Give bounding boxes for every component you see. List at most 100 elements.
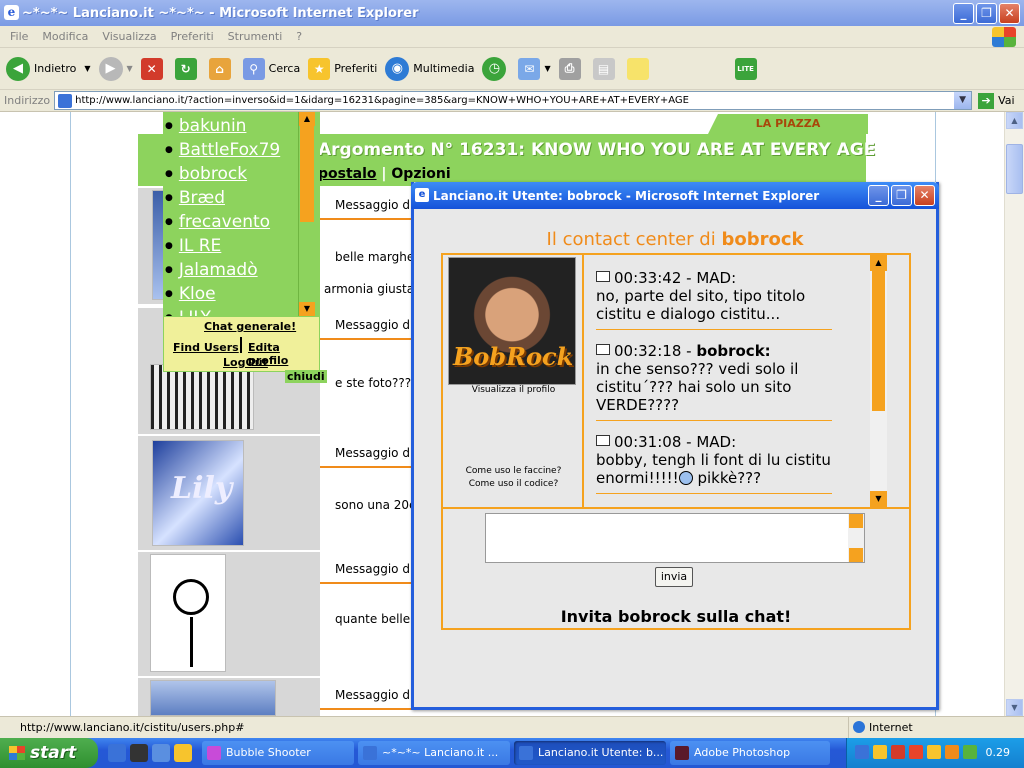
scroll-down-icon[interactable]: ▼: [870, 491, 887, 507]
close-button[interactable]: ✕: [914, 185, 935, 206]
maximize-button[interactable]: ❐: [976, 3, 997, 24]
chevron-down-icon[interactable]: ▼: [84, 64, 90, 73]
back-button[interactable]: ◀ Indietro ▼: [6, 56, 91, 81]
messages-scrollbar[interactable]: ▲ ▼: [870, 255, 887, 507]
invite-chat-link[interactable]: Invita bobrock sulla chat!: [443, 607, 909, 626]
menu-help[interactable]: ?: [296, 30, 302, 43]
desktop-quicklaunch-icon[interactable]: [174, 744, 192, 762]
list-item[interactable]: LILY: [165, 306, 320, 316]
scroll-down-icon[interactable]: ▼: [299, 302, 315, 316]
input-scrollbar[interactable]: [848, 514, 864, 562]
piazza-tab[interactable]: LA PIAZZA: [708, 114, 868, 134]
chevron-down-icon[interactable]: ▼: [127, 64, 133, 73]
scrollbar-thumb[interactable]: [1006, 144, 1023, 194]
media-button[interactable]: ◉ Multimedia: [385, 56, 474, 81]
list-item[interactable]: bobrock: [165, 162, 320, 186]
taskbar-item-photoshop[interactable]: Adobe Photoshop: [670, 741, 830, 765]
scrollbar-thumb[interactable]: [872, 271, 885, 411]
note-button[interactable]: [626, 57, 653, 80]
search-label: Cerca: [268, 62, 301, 75]
list-item[interactable]: Jalamadò: [165, 258, 320, 282]
popup-titlebar[interactable]: e Lanciano.it Utente: bobrock - Microsof…: [411, 182, 939, 209]
taskbar-item-lanciano[interactable]: ~*~*~ Lanciano.it ...: [358, 741, 510, 765]
find-users-link[interactable]: Find Users: [173, 341, 239, 354]
home-button[interactable]: ⌂: [208, 57, 235, 80]
icq-icon[interactable]: [963, 745, 977, 759]
view-profile-link[interactable]: Visualizza il profilo: [443, 385, 584, 395]
lightning-icon[interactable]: [873, 745, 887, 759]
chat-generale-link[interactable]: Chat generale!: [204, 320, 296, 333]
edit-button[interactable]: ▤: [592, 57, 619, 80]
start-button[interactable]: start: [0, 738, 98, 768]
favorites-button[interactable]: ★ Preferiti: [308, 57, 377, 80]
scroll-down-icon[interactable]: ▼: [1006, 699, 1023, 716]
scroll-up-icon[interactable]: ▲: [870, 255, 887, 271]
chiudi-link[interactable]: chiudi: [285, 370, 327, 383]
list-item[interactable]: BattleFox79: [165, 138, 320, 162]
avatar[interactable]: Lily: [152, 440, 244, 546]
avatar[interactable]: [150, 364, 254, 430]
taskbar-item-bubble-shooter[interactable]: Bubble Shooter: [202, 741, 354, 765]
note-icon: [626, 57, 649, 80]
address-input[interactable]: http://www.lanciano.it/?action=inverso&i…: [54, 91, 973, 110]
smiley-icon: [678, 471, 693, 485]
avatar-cell: [138, 678, 320, 716]
taskbar-item-popup[interactable]: Lanciano.it Utente: b...: [514, 741, 666, 765]
history-button[interactable]: ◷: [482, 56, 510, 81]
list-item[interactable]: IL RE: [165, 234, 320, 258]
maximize-button[interactable]: ❐: [891, 185, 912, 206]
system-tray: 0.29: [846, 738, 1024, 768]
edit-icon: ▤: [592, 57, 615, 80]
help-faces-link[interactable]: Come uso le faccine?: [443, 465, 584, 478]
close-button[interactable]: ✕: [999, 3, 1020, 24]
minimize-button[interactable]: _: [868, 185, 889, 206]
print-button[interactable]: ⎙: [558, 57, 585, 80]
user-list-scrollbar[interactable]: ▲ ▼: [298, 112, 315, 316]
forward-button[interactable]: ▶ ▼: [98, 56, 133, 81]
opzioni-link[interactable]: Opzioni: [391, 166, 450, 182]
menu-file[interactable]: File: [10, 30, 28, 43]
chevron-down-icon[interactable]: ▼: [544, 64, 550, 73]
ie-quicklaunch-icon[interactable]: [108, 744, 126, 762]
avatar[interactable]: [150, 680, 276, 716]
minimize-button[interactable]: _: [953, 3, 974, 24]
menu-strumenti[interactable]: Strumenti: [228, 30, 283, 43]
stop-button[interactable]: ✕: [140, 57, 167, 80]
postalo-link[interactable]: postalo: [318, 166, 377, 182]
tray-icon[interactable]: [891, 745, 905, 759]
list-item[interactable]: frecavento: [165, 210, 320, 234]
mail-button[interactable]: ✉ ▼: [518, 57, 551, 80]
scrollbar-thumb[interactable]: [300, 126, 314, 222]
chevron-down-icon[interactable]: ▼: [954, 92, 972, 109]
search-button[interactable]: ⚲ Cerca: [242, 57, 301, 80]
address-label: Indirizzo: [4, 94, 51, 107]
flash-icon[interactable]: [909, 745, 923, 759]
menu-visualizza[interactable]: Visualizza: [102, 30, 156, 43]
user-list[interactable]: bakunin BattleFox79 bobrock Bræd frecave…: [163, 112, 320, 316]
menu-preferiti[interactable]: Preferiti: [171, 30, 214, 43]
refresh-button[interactable]: ↻: [174, 57, 201, 80]
go-button[interactable]: ➔ Vai: [978, 92, 1015, 109]
scroll-up-icon[interactable]: ▲: [299, 112, 315, 126]
message-input[interactable]: [485, 513, 865, 563]
scroll-up-icon[interactable]: ▲: [1006, 112, 1023, 129]
list-item[interactable]: Kloe: [165, 282, 320, 306]
icq-lite-button[interactable]: LITE: [734, 57, 761, 80]
outlook-quicklaunch-icon[interactable]: [152, 744, 170, 762]
window-titlebar[interactable]: ~*~*~ Lanciano.it ~*~*~ - Microsoft Inte…: [0, 0, 1024, 26]
profile-photo[interactable]: BobRock: [448, 257, 576, 385]
ie-icon[interactable]: e: [4, 5, 19, 20]
page-scrollbar[interactable]: ▲ ▼: [1004, 112, 1024, 716]
zonealarm-icon[interactable]: [927, 745, 941, 759]
list-item[interactable]: Bræd: [165, 186, 320, 210]
menu-modifica[interactable]: Modifica: [42, 30, 88, 43]
send-button[interactable]: invia: [655, 567, 693, 587]
avatar[interactable]: [150, 554, 226, 672]
list-item[interactable]: bakunin: [165, 114, 320, 138]
quicklaunch-icon[interactable]: [130, 744, 148, 762]
help-code-link[interactable]: Come uso il codice?: [443, 478, 584, 491]
envelope-icon: [596, 435, 610, 446]
logout-link[interactable]: LogOut: [223, 356, 268, 369]
tray-icon[interactable]: [855, 745, 869, 759]
tray-icon[interactable]: [945, 745, 959, 759]
